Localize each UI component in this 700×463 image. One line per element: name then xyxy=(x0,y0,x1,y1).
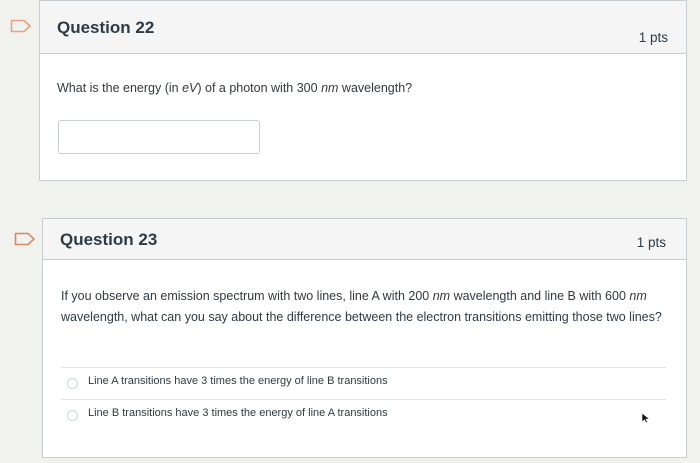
question-22-title: Question 22 xyxy=(57,18,155,37)
answer-option-1-label[interactable]: Line A transitions have 3 times the ener… xyxy=(88,375,388,387)
question-23-card: Question 23 1 pts If you observe an emis… xyxy=(42,218,687,458)
question-22-text: What is the energy (in eV) of a photon w… xyxy=(57,81,413,95)
question-22-header: Question 22 1 pts xyxy=(40,1,686,54)
question-23-text: If you observe an emission spectrum with… xyxy=(61,289,662,324)
question-22-points: 1 pts xyxy=(638,30,668,45)
mouse-cursor-icon xyxy=(641,411,651,429)
answer-option-2-label[interactable]: Line B transitions have 3 times the ener… xyxy=(88,407,388,419)
answer-option-2[interactable]: Line B transitions have 3 times the ener… xyxy=(61,399,666,431)
question-23-title: Question 23 xyxy=(60,230,158,249)
question-23-points: 1 pts xyxy=(636,235,666,250)
flag-question-22-icon[interactable] xyxy=(10,19,32,33)
question-22-card: Question 22 1 pts What is the energy (in… xyxy=(39,0,687,181)
question-23-header: Question 23 1 pts xyxy=(43,219,686,260)
radio-option-1[interactable] xyxy=(67,378,78,389)
answer-input-question-22[interactable] xyxy=(58,120,260,154)
answer-option-1[interactable]: Line A transitions have 3 times the ener… xyxy=(61,367,666,399)
flag-question-23-icon[interactable] xyxy=(14,232,36,246)
radio-option-2[interactable] xyxy=(67,410,78,421)
quiz-page: { "questions": [ { "title": "Question 22… xyxy=(0,0,700,463)
